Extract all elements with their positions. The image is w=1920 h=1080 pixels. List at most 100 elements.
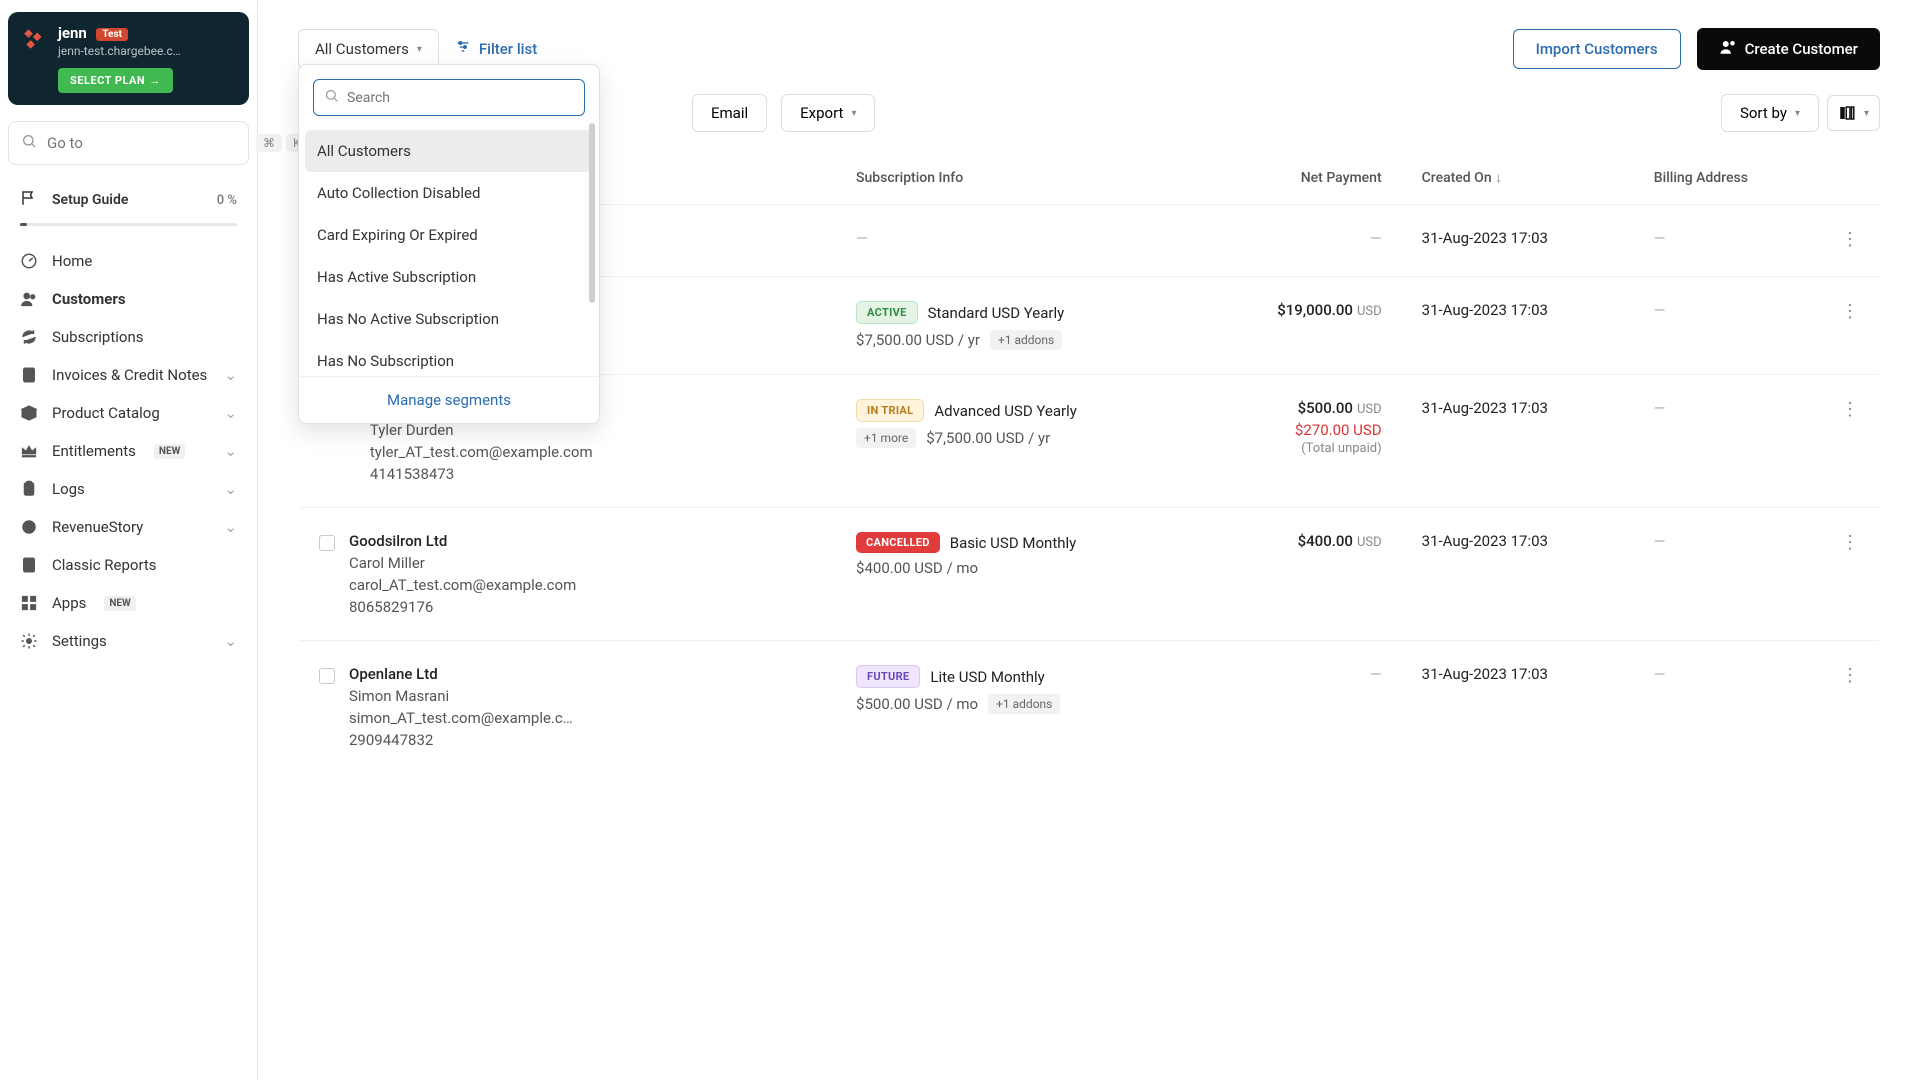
- row-actions[interactable]: ⋮: [1821, 508, 1880, 641]
- empty-value: —: [1654, 301, 1666, 319]
- goto-input[interactable]: [47, 134, 246, 152]
- nav-logs-label: Logs: [52, 480, 85, 498]
- nav-settings[interactable]: Settings ⌄: [8, 622, 249, 660]
- segment-dropdown: All CustomersAuto Collection DisabledCar…: [298, 64, 600, 424]
- segment-option[interactable]: Card Expiring Or Expired: [305, 214, 593, 256]
- main-nav: Home Customers Subscriptions Invoices & …: [8, 242, 249, 660]
- goto-search[interactable]: ⌘K: [8, 121, 249, 165]
- status-badge: CANCELLED: [856, 532, 940, 553]
- setup-guide[interactable]: Setup Guide 0 %: [8, 181, 249, 219]
- row-checkbox[interactable]: [319, 535, 335, 551]
- nav-invoices[interactable]: Invoices & Credit Notes ⌄: [8, 356, 249, 394]
- filter-list-button[interactable]: Filter list: [455, 39, 537, 59]
- customer-email: simon_AT_test.com@example.c…: [349, 709, 573, 727]
- arrow-right-icon: →: [149, 74, 161, 87]
- created-date: 31-Aug-2023 17:03: [1402, 641, 1634, 774]
- nav-subscriptions[interactable]: Subscriptions: [8, 318, 249, 356]
- created-date: 31-Aug-2023 17:03: [1402, 508, 1634, 641]
- customer-phone: 8065829176: [349, 598, 576, 616]
- row-actions[interactable]: ⋮: [1821, 277, 1880, 375]
- plan-price: $500.00 USD / mo: [856, 695, 978, 713]
- col-subscription[interactable]: Subscription Info: [836, 151, 1200, 205]
- refresh-icon: [20, 328, 38, 346]
- row-actions[interactable]: ⋮: [1821, 205, 1880, 277]
- chevron-down-icon: ⌄: [224, 480, 237, 498]
- empty-value: —: [1370, 665, 1382, 683]
- box-icon: [20, 404, 38, 422]
- chevron-down-icon: ⌄: [224, 518, 237, 536]
- segment-option[interactable]: Auto Collection Disabled: [305, 172, 593, 214]
- plan-name: Lite USD Monthly: [930, 668, 1044, 686]
- plan-price: $7,500.00 USD / yr: [856, 331, 980, 349]
- nav-apps[interactable]: Apps NEW: [8, 584, 249, 622]
- nav-catalog-label: Product Catalog: [52, 404, 160, 422]
- table-row[interactable]: Goodsilron Ltd Carol Miller carol_AT_test.…: [299, 508, 1880, 641]
- nav-invoices-label: Invoices & Credit Notes: [52, 366, 207, 384]
- setup-guide-label: Setup Guide: [52, 192, 128, 208]
- created-date: 31-Aug-2023 17:03: [1402, 277, 1634, 375]
- nav-product-catalog[interactable]: Product Catalog ⌄: [8, 394, 249, 432]
- nav-classic-reports[interactable]: Classic Reports: [8, 546, 249, 584]
- caret-down-icon: ▾: [1864, 108, 1869, 119]
- row-actions[interactable]: ⋮: [1821, 641, 1880, 774]
- nav-logs[interactable]: Logs ⌄: [8, 470, 249, 508]
- col-billing-address[interactable]: Billing Address: [1634, 151, 1821, 205]
- customer-person: Carol Miller: [349, 554, 576, 572]
- nav-entitlements[interactable]: Entitlements NEW ⌄: [8, 432, 249, 470]
- crown-icon: [20, 442, 38, 460]
- empty-value: —: [1654, 399, 1666, 417]
- caret-down-icon: ▾: [1795, 108, 1800, 119]
- addon-chip: +1 addons: [988, 694, 1060, 714]
- layout-toggle[interactable]: ▾: [1827, 95, 1880, 131]
- sidebar: jenn Test jenn-test.chargebee.c… SELECT …: [0, 0, 258, 1080]
- empty-value: —: [856, 229, 868, 247]
- flag-icon: [20, 189, 38, 211]
- export-button[interactable]: Export ▾: [781, 94, 875, 132]
- status-badge: ACTIVE: [856, 301, 918, 324]
- net-amount: $500.00: [1298, 399, 1353, 417]
- nav-revenuestory[interactable]: RevenueStory ⌄: [8, 508, 249, 546]
- select-plan-button[interactable]: SELECT PLAN →: [58, 68, 173, 93]
- document-icon: [20, 556, 38, 574]
- customer-phone: 4141538473: [370, 465, 593, 483]
- customer-company: Goodsilron Ltd: [349, 532, 576, 550]
- segment-option[interactable]: All Customers: [305, 130, 593, 172]
- new-badge: NEW: [104, 596, 135, 611]
- unpaid-amount: $270.00 USD: [1220, 421, 1382, 439]
- extra-tag: +1 more: [856, 428, 916, 448]
- segment-search[interactable]: [313, 79, 585, 116]
- search-icon: [324, 88, 339, 107]
- col-net-payment[interactable]: Net Payment: [1200, 151, 1402, 205]
- create-customer-button[interactable]: Create Customer: [1697, 28, 1880, 70]
- net-amount: $400.00: [1298, 532, 1353, 550]
- nav-apps-label: Apps: [52, 594, 86, 612]
- net-currency: USD: [1357, 304, 1382, 319]
- caret-down-icon: ▾: [851, 108, 856, 119]
- segment-option[interactable]: Has No Active Subscription: [305, 298, 593, 340]
- segment-option[interactable]: Has No Subscription: [305, 340, 593, 376]
- row-checkbox[interactable]: [319, 668, 335, 684]
- setup-progress: [20, 223, 237, 226]
- nav-customers[interactable]: Customers: [8, 280, 249, 318]
- users-icon: [20, 290, 38, 308]
- nav-settings-label: Settings: [52, 632, 107, 650]
- chevron-down-icon: ⌄: [224, 404, 237, 422]
- nav-home[interactable]: Home: [8, 242, 249, 280]
- workspace-badge: Test: [96, 28, 128, 41]
- segment-option[interactable]: Has Active Subscription: [305, 256, 593, 298]
- table-row[interactable]: Openlane LtdSimon Masranisimon_AT_test.c…: [299, 641, 1880, 774]
- manage-segments-link[interactable]: Manage segments: [387, 391, 511, 409]
- customer-email: carol_AT_test.com@example.com: [349, 576, 576, 594]
- dropdown-scrollbar[interactable]: [589, 123, 595, 303]
- caret-down-icon: ▾: [417, 44, 422, 55]
- segment-dropdown-trigger[interactable]: All Customers ▾: [298, 29, 439, 69]
- import-customers-button[interactable]: Import Customers: [1513, 29, 1681, 69]
- empty-value: —: [1654, 665, 1666, 683]
- row-actions[interactable]: ⋮: [1821, 375, 1880, 508]
- customer-person: Simon Masrani: [349, 687, 573, 705]
- col-created-on[interactable]: Created On ↓: [1402, 151, 1634, 205]
- sort-by-button[interactable]: Sort by ▾: [1721, 94, 1819, 132]
- toolbar-primary: All Customers ▾ Filter list Import Custo…: [258, 0, 1920, 70]
- segment-search-input[interactable]: [347, 90, 574, 106]
- email-button[interactable]: Email: [692, 94, 767, 132]
